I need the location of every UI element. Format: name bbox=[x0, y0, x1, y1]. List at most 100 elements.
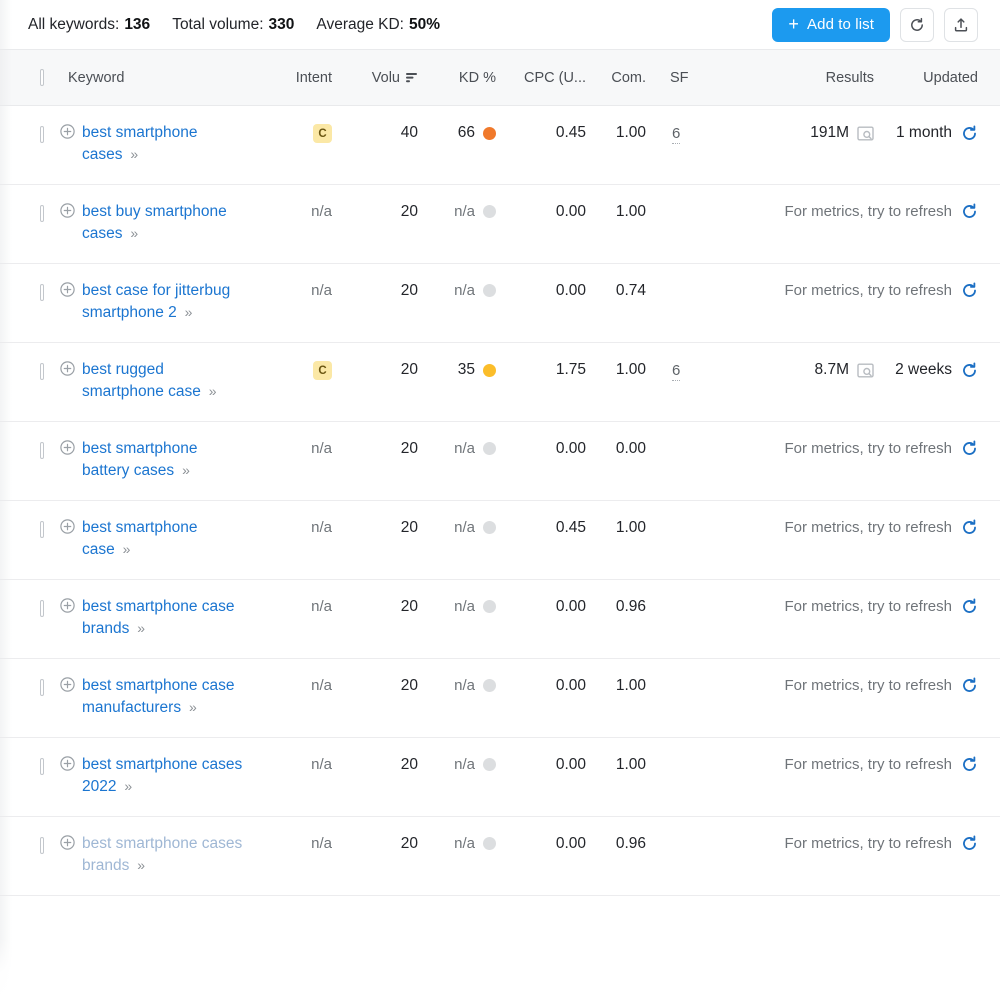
add-keyword-icon[interactable] bbox=[60, 124, 75, 143]
export-button[interactable] bbox=[944, 8, 978, 42]
table-row[interactable]: best rugged smartphone case »C20351.751.… bbox=[0, 343, 1000, 422]
keyword-link[interactable]: best smartphone case bbox=[82, 519, 197, 558]
keyword-link[interactable]: best buy smartphone cases bbox=[82, 203, 227, 242]
table-row[interactable]: best smartphone battery cases »n/a20n/a0… bbox=[0, 422, 1000, 501]
table-row[interactable]: best smartphone cases 2022 »n/a20n/a0.00… bbox=[0, 738, 1000, 817]
column-updated[interactable]: Updated bbox=[886, 50, 1000, 106]
kd-value: n/a bbox=[454, 598, 475, 615]
row-refresh-icon[interactable] bbox=[961, 598, 978, 615]
keyword-link[interactable]: best smartphone cases brands bbox=[82, 835, 242, 874]
row-refresh-icon[interactable] bbox=[961, 835, 978, 852]
row-select-cell bbox=[0, 185, 56, 264]
keyword-link[interactable]: best smartphone cases bbox=[82, 124, 197, 163]
row-keyword-cell: best smartphone cases » bbox=[56, 106, 256, 185]
keyword-expand-chevron[interactable]: » bbox=[128, 146, 138, 162]
kd-difficulty-dot bbox=[483, 205, 496, 218]
row-checkbox[interactable] bbox=[40, 126, 44, 143]
row-checkbox[interactable] bbox=[40, 521, 44, 538]
keyword-link[interactable]: best smartphone case manufacturers bbox=[82, 677, 235, 716]
add-keyword-icon[interactable] bbox=[60, 835, 75, 854]
table-row[interactable]: best case for jitterbug smartphone 2 » n/… bbox=[0, 264, 1000, 343]
competition-value: 0.96 bbox=[616, 835, 646, 853]
row-refresh-icon[interactable] bbox=[961, 125, 978, 142]
row-checkbox[interactable] bbox=[40, 363, 44, 380]
keyword-link[interactable]: best smartphone cases 2022 bbox=[82, 756, 242, 795]
row-refresh-icon[interactable] bbox=[961, 519, 978, 536]
row-refresh-prompt-cell: For metrics, try to refresh bbox=[706, 580, 1000, 659]
add-keyword-icon[interactable] bbox=[60, 361, 75, 380]
row-refresh-icon[interactable] bbox=[961, 677, 978, 694]
keyword-expand-chevron[interactable]: » bbox=[186, 699, 196, 715]
row-checkbox[interactable] bbox=[40, 679, 44, 696]
row-sf-cell: 6 bbox=[658, 343, 706, 422]
serp-preview-icon[interactable] bbox=[857, 363, 874, 378]
column-keyword[interactable]: Keyword bbox=[56, 50, 256, 106]
volume-value: 20 bbox=[401, 519, 418, 537]
add-keyword-icon[interactable] bbox=[60, 519, 75, 538]
intent-badge[interactable]: C bbox=[313, 361, 332, 380]
refresh-button[interactable] bbox=[900, 8, 934, 42]
export-icon bbox=[953, 17, 969, 33]
kd-difficulty-dot bbox=[483, 127, 496, 140]
keyword-link[interactable]: best rugged smartphone case bbox=[82, 361, 201, 400]
row-checkbox[interactable] bbox=[40, 284, 44, 301]
add-keyword-icon[interactable] bbox=[60, 598, 75, 617]
column-sf-label: SF bbox=[670, 70, 689, 86]
kd-value: n/a bbox=[454, 203, 475, 220]
row-checkbox[interactable] bbox=[40, 442, 44, 459]
sf-value[interactable]: 6 bbox=[672, 361, 680, 381]
add-keyword-icon[interactable] bbox=[60, 282, 75, 301]
serp-preview-icon[interactable] bbox=[857, 126, 874, 141]
row-kd-cell: n/a bbox=[430, 264, 508, 343]
select-all-checkbox[interactable] bbox=[40, 69, 44, 86]
column-kd[interactable]: KD % bbox=[430, 50, 508, 106]
column-sf[interactable]: SF bbox=[658, 50, 706, 106]
add-keyword-icon[interactable] bbox=[60, 440, 75, 459]
row-refresh-icon[interactable] bbox=[961, 362, 978, 379]
add-keyword-icon[interactable] bbox=[60, 203, 75, 222]
keyword-link[interactable]: best smartphone case brands bbox=[82, 598, 235, 637]
keyword-expand-chevron[interactable]: » bbox=[182, 304, 192, 320]
column-intent[interactable]: Intent bbox=[256, 50, 344, 106]
column-results[interactable]: Results bbox=[706, 50, 886, 106]
keyword-expand-chevron[interactable]: » bbox=[179, 462, 189, 478]
table-row[interactable]: best smartphone case manufacturers »n/a2… bbox=[0, 659, 1000, 738]
intent-badge[interactable]: C bbox=[313, 124, 332, 143]
row-select-cell bbox=[0, 343, 56, 422]
row-refresh-icon[interactable] bbox=[961, 282, 978, 299]
row-kd-cell: n/a bbox=[430, 738, 508, 817]
row-select-cell bbox=[0, 106, 56, 185]
add-keyword-icon[interactable] bbox=[60, 756, 75, 775]
column-cpc[interactable]: CPC (U... bbox=[508, 50, 598, 106]
row-checkbox[interactable] bbox=[40, 205, 44, 222]
row-refresh-icon[interactable] bbox=[961, 440, 978, 457]
row-checkbox[interactable] bbox=[40, 758, 44, 775]
column-com[interactable]: Com. bbox=[598, 50, 658, 106]
add-to-list-label: Add to list bbox=[807, 16, 874, 33]
table-row[interactable]: best smartphone case brands »n/a20n/a0.0… bbox=[0, 580, 1000, 659]
keyword-expand-chevron[interactable]: » bbox=[121, 778, 131, 794]
row-refresh-icon[interactable] bbox=[961, 203, 978, 220]
table-row[interactable]: best smartphone case »n/a20n/a0.451.00Fo… bbox=[0, 501, 1000, 580]
keyword-expand-chevron[interactable]: » bbox=[120, 541, 130, 557]
row-checkbox[interactable] bbox=[40, 837, 44, 854]
select-all-column bbox=[0, 50, 56, 106]
table-row[interactable]: best buy smartphone cases »n/a20n/a0.001… bbox=[0, 185, 1000, 264]
row-checkbox[interactable] bbox=[40, 600, 44, 617]
keyword-expand-chevron[interactable]: » bbox=[134, 620, 144, 636]
bottom-fade-overlay bbox=[0, 938, 1000, 1000]
add-to-list-button[interactable]: + Add to list bbox=[772, 8, 890, 42]
keyword-expand-chevron[interactable]: » bbox=[128, 225, 138, 241]
add-keyword-icon[interactable] bbox=[60, 677, 75, 696]
keyword-link[interactable]: best case for jitterbug smartphone 2 bbox=[82, 282, 230, 321]
keyword-expand-chevron[interactable]: » bbox=[206, 383, 216, 399]
keyword-expand-chevron[interactable]: » bbox=[134, 857, 144, 873]
kd-difficulty-dot bbox=[483, 758, 496, 771]
table-row[interactable]: best smartphone cases »C40660.451.006191… bbox=[0, 106, 1000, 185]
column-volume[interactable]: Volu bbox=[344, 50, 430, 106]
row-refresh-icon[interactable] bbox=[961, 756, 978, 773]
row-intent-cell: n/a bbox=[256, 185, 344, 264]
row-volume-cell: 20 bbox=[344, 580, 430, 659]
sf-value[interactable]: 6 bbox=[672, 124, 680, 144]
table-row[interactable]: best smartphone cases brands »n/a20n/a0.… bbox=[0, 817, 1000, 896]
